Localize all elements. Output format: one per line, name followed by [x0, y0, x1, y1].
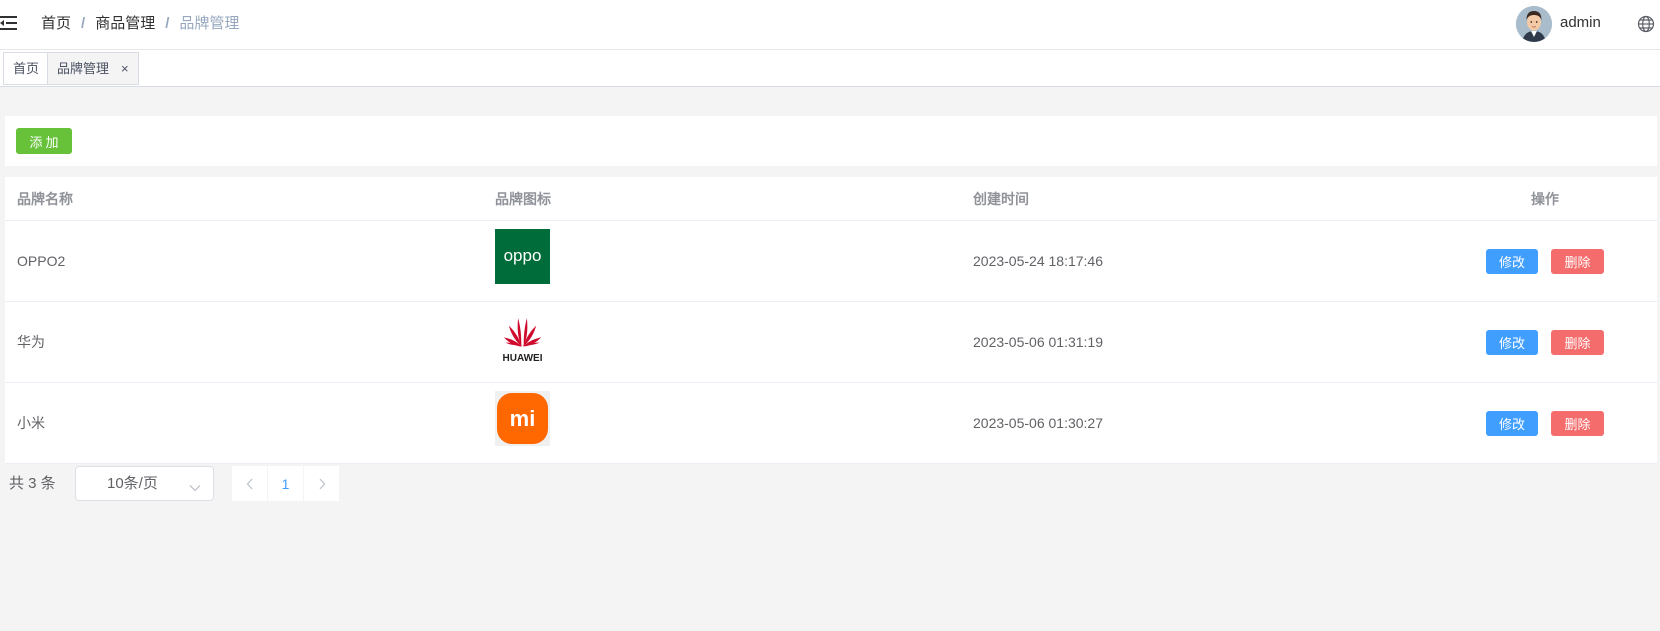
next-page-button[interactable] — [304, 466, 339, 501]
delete-button[interactable]: 删除 — [1551, 411, 1604, 436]
close-icon[interactable]: × — [121, 53, 129, 84]
chevron-right-icon — [319, 478, 325, 489]
delete-button[interactable]: 删除 — [1551, 249, 1604, 274]
edit-button[interactable]: 修改 — [1486, 249, 1538, 274]
page-number-button[interactable]: 1 — [268, 466, 303, 501]
column-header-created-time: 创建时间 — [973, 191, 1029, 207]
chevron-down-icon — [189, 479, 201, 497]
page-size-select[interactable]: 10条/页 — [75, 466, 214, 501]
prev-page-button[interactable] — [232, 466, 267, 501]
breadcrumb-current: 品牌管理 — [179, 15, 240, 32]
toolbar: 添加 — [5, 116, 1657, 166]
column-header-actions: 操作 — [1531, 191, 1559, 207]
brand-name-cell: OPPO2 — [17, 253, 66, 269]
created-time-cell: 2023-05-06 01:30:27 — [973, 415, 1103, 431]
brand-table: 品牌名称 品牌图标 创建时间 操作 OPPO2 oppo 2023-05-24 … — [5, 177, 1657, 464]
username[interactable]: admin — [1560, 13, 1601, 33]
total-count: 共 3 条 — [9, 475, 56, 492]
pagination: 共 3 条 10条/页 1 — [0, 466, 400, 502]
delete-button[interactable]: 删除 — [1551, 330, 1604, 355]
svg-text:oppo: oppo — [504, 246, 542, 265]
brand-name-cell: 小米 — [17, 415, 45, 431]
breadcrumb-goods[interactable]: 商品管理 — [95, 14, 155, 34]
page-size-value: 10条/页 — [107, 475, 158, 492]
tags-view: 首页 品牌管理 × — [0, 50, 1660, 87]
column-header-brand-logo: 品牌图标 — [495, 191, 551, 207]
column-header-brand-name: 品牌名称 — [17, 191, 73, 207]
svg-text:mi: mi — [510, 406, 536, 431]
table-row: 华为 HUAWEI 2023-05-06 01:31:19 修改 删除 — [5, 302, 1657, 383]
breadcrumb: 首页 / 商品管理 / 品牌管理 — [41, 14, 239, 34]
breadcrumb-separator: / — [81, 15, 86, 32]
tag-label: 首页 — [13, 61, 40, 76]
xiaomi-logo: mi — [495, 391, 550, 446]
breadcrumb-separator: / — [165, 15, 170, 32]
table-row: OPPO2 oppo 2023-05-24 18:17:46 修改 删除 — [5, 221, 1657, 302]
created-time-cell: 2023-05-06 01:31:19 — [973, 334, 1103, 350]
tag-label: 品牌管理 — [57, 61, 110, 76]
created-time-cell: 2023-05-24 18:17:46 — [973, 253, 1103, 269]
navbar: 首页 / 商品管理 / 品牌管理 admin — [0, 0, 1660, 50]
edit-button[interactable]: 修改 — [1486, 411, 1538, 436]
edit-button[interactable]: 修改 — [1486, 330, 1538, 355]
globe-icon[interactable] — [1637, 15, 1655, 33]
tag-brand-management[interactable]: 品牌管理 × — [47, 52, 139, 85]
brand-name-cell: 华为 — [17, 334, 45, 350]
table-header: 品牌名称 品牌图标 创建时间 操作 — [5, 177, 1657, 221]
add-button[interactable]: 添加 — [16, 128, 72, 154]
tag-home[interactable]: 首页 — [3, 52, 50, 85]
user-avatar[interactable] — [1516, 6, 1552, 42]
hamburger-menu-icon[interactable] — [0, 16, 17, 30]
huawei-logo: HUAWEI — [495, 310, 550, 365]
chevron-left-icon — [246, 478, 252, 489]
svg-text:HUAWEI: HUAWEI — [503, 353, 543, 364]
breadcrumb-home[interactable]: 首页 — [41, 14, 71, 34]
table-row: 小米 mi 2023-05-06 01:30:27 修改 删除 — [5, 383, 1657, 464]
oppo-logo: oppo — [495, 229, 550, 284]
